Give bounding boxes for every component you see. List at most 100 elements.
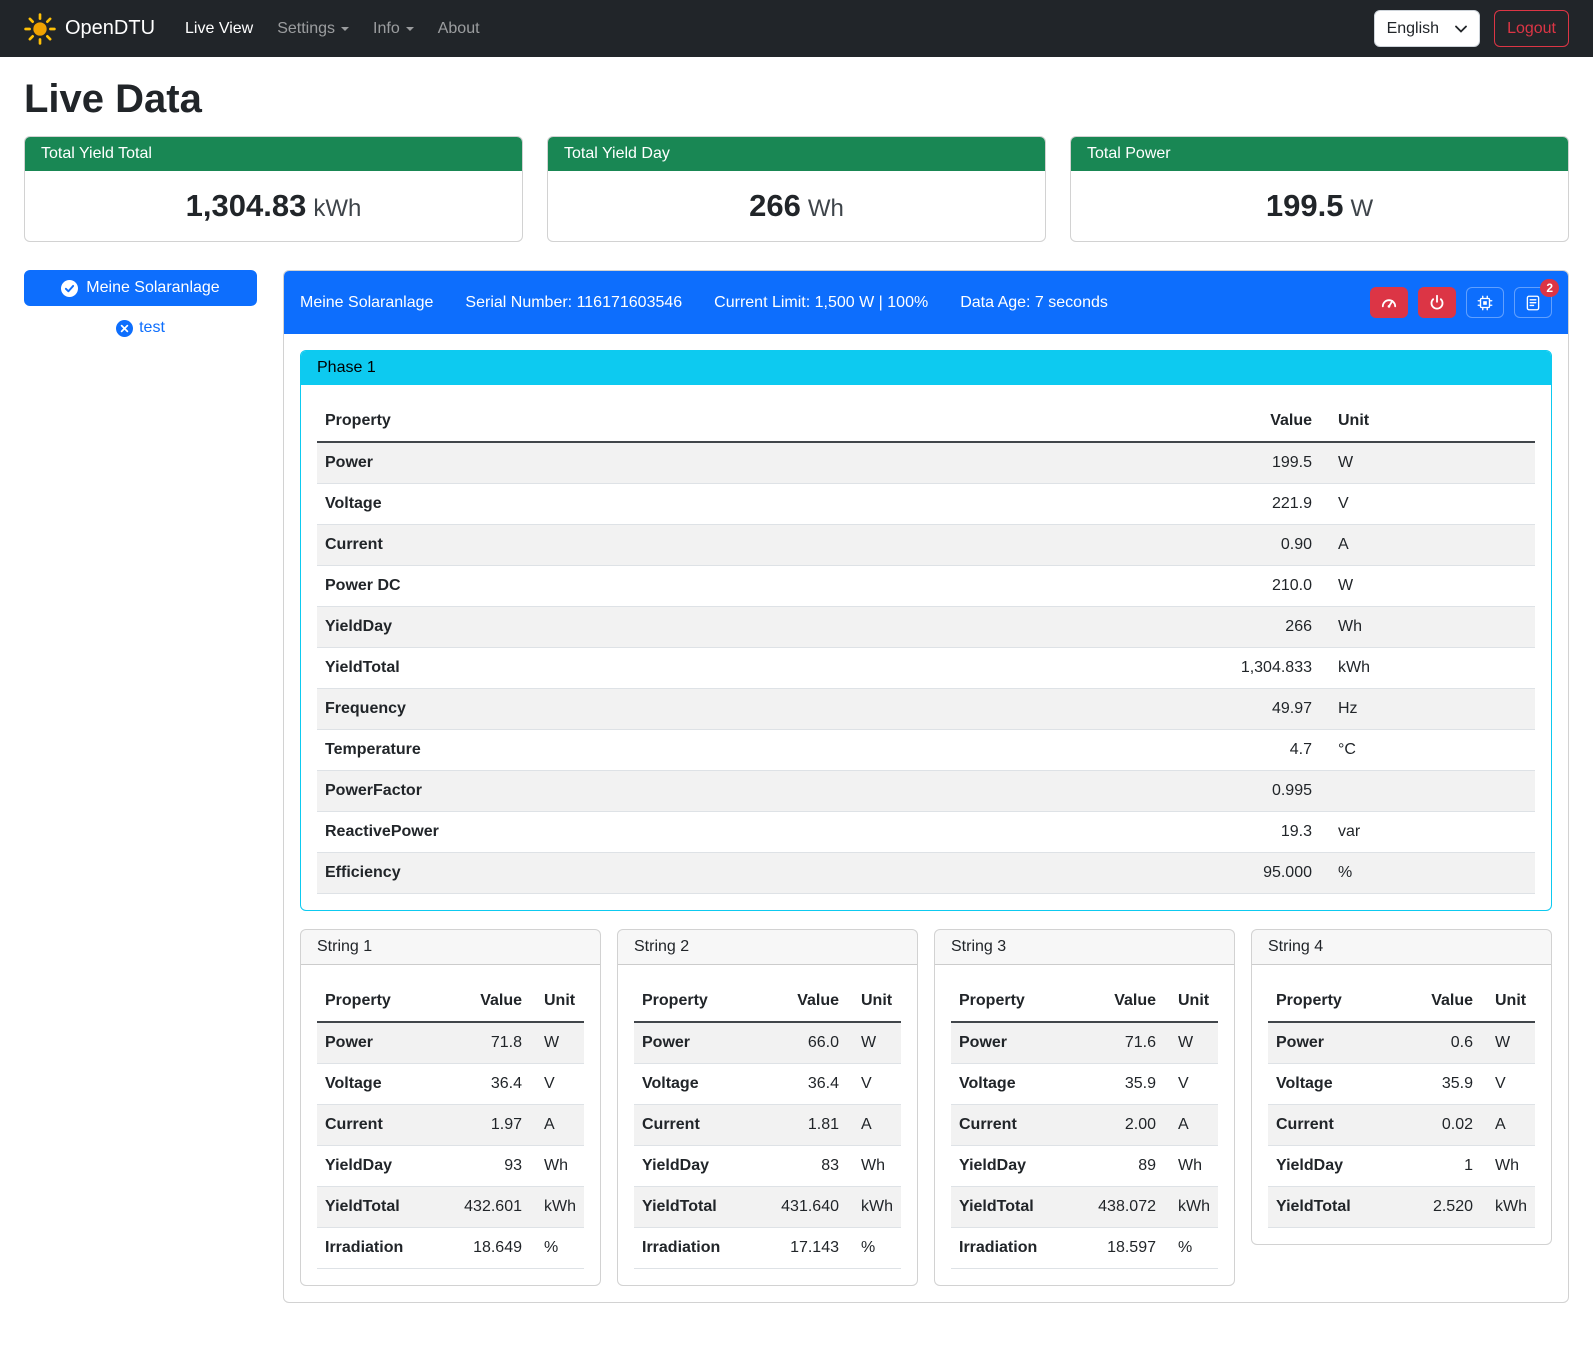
string-card-title: String 3 — [935, 930, 1234, 965]
inverter-select-label: Meine Solaranlage — [86, 279, 219, 297]
property-cell: ReactivePower — [317, 812, 917, 853]
value-cell: 83 — [763, 1146, 847, 1187]
column-header-value: Value — [917, 401, 1320, 442]
property-cell: YieldTotal — [634, 1187, 763, 1228]
data-age: Data Age: 7 seconds — [960, 294, 1108, 312]
property-cell: YieldTotal — [1268, 1187, 1397, 1228]
property-cell: Frequency — [317, 689, 917, 730]
summary-card-title: Total Yield Day — [548, 137, 1045, 171]
inverter-action-buttons: 2 — [1370, 287, 1552, 318]
journal-icon — [1524, 294, 1542, 312]
property-cell: YieldDay — [317, 1146, 446, 1187]
unit-cell: % — [1320, 853, 1535, 894]
brand[interactable]: OpenDTU — [24, 13, 155, 45]
table-header-row: PropertyValueUnit — [634, 981, 901, 1022]
sidebar-item-test-label: test — [139, 319, 165, 337]
table-row: YieldDay83Wh — [634, 1146, 901, 1187]
device-info-button[interactable] — [1466, 287, 1504, 318]
value-cell: 71.8 — [446, 1022, 530, 1064]
value-cell: 35.9 — [1397, 1064, 1481, 1105]
sidebar-item-test[interactable]: test — [24, 319, 257, 337]
chevron-down-icon — [406, 27, 414, 31]
summary-card-unit: kWh — [313, 195, 361, 222]
value-cell: 93 — [446, 1146, 530, 1187]
nav-item-settings[interactable]: Settings — [265, 12, 361, 46]
property-cell: YieldDay — [634, 1146, 763, 1187]
property-cell: Current — [951, 1105, 1080, 1146]
unit-cell: kWh — [1320, 648, 1535, 689]
string-card-title: String 1 — [301, 930, 600, 965]
table-row: Irradiation18.597% — [951, 1228, 1218, 1269]
unit-cell: % — [1164, 1228, 1218, 1269]
property-cell: Irradiation — [317, 1228, 446, 1269]
string-table: PropertyValueUnitPower0.6WVoltage35.9VCu… — [1268, 981, 1535, 1228]
unit-cell: % — [847, 1228, 901, 1269]
property-cell: YieldTotal — [317, 1187, 446, 1228]
summary-card-value: 266 — [749, 188, 801, 223]
phase-card-title: Phase 1 — [301, 351, 1551, 385]
table-row: YieldTotal2.520kWh — [1268, 1187, 1535, 1228]
property-cell: YieldDay — [317, 607, 917, 648]
value-cell: 2.520 — [1397, 1187, 1481, 1228]
limit-settings-button[interactable] — [1370, 287, 1408, 318]
opendtu-sun-logo-icon — [24, 13, 56, 45]
phase-card: Phase 1 Property Value Unit Power199.5WV… — [300, 350, 1552, 911]
nav-info-label: Info — [373, 20, 400, 38]
unit-cell: W — [1164, 1022, 1218, 1064]
unit-cell: % — [530, 1228, 584, 1269]
string-card: String 1 PropertyValueUnitPower71.8WVolta… — [300, 929, 601, 1286]
value-cell: 221.9 — [917, 484, 1320, 525]
property-cell: PowerFactor — [317, 771, 917, 812]
summary-card-total-power: Total Power 199.5W — [1070, 136, 1569, 242]
property-cell: YieldDay — [1268, 1146, 1397, 1187]
language-select[interactable]: English — [1374, 10, 1480, 47]
value-cell: 431.640 — [763, 1187, 847, 1228]
table-row: Power199.5W — [317, 442, 1535, 484]
column-header-property: Property — [951, 981, 1080, 1022]
column-header-property: Property — [1268, 981, 1397, 1022]
table-row: Voltage221.9V — [317, 484, 1535, 525]
power-toggle-button[interactable] — [1418, 287, 1456, 318]
inverter-select-button[interactable]: Meine Solaranlage — [24, 270, 257, 306]
unit-cell: °C — [1320, 730, 1535, 771]
unit-cell: W — [847, 1022, 901, 1064]
table-row: Power66.0W — [634, 1022, 901, 1064]
property-cell: Voltage — [634, 1064, 763, 1105]
strings-row: String 1PropertyValueUnitPower71.8WVolta… — [300, 929, 1552, 1286]
string-card: String 3PropertyValueUnitPower71.6WVolta… — [934, 929, 1235, 1286]
string-table: PropertyValueUnitPower71.8WVoltage36.4VC… — [317, 981, 584, 1269]
unit-cell — [1320, 771, 1535, 812]
table-row: Current1.81A — [634, 1105, 901, 1146]
x-circle-icon — [116, 320, 133, 337]
nav-item-about[interactable]: About — [426, 12, 492, 46]
unit-cell: kWh — [530, 1187, 584, 1228]
nav-item-live-view[interactable]: Live View — [173, 12, 265, 46]
value-cell: 17.143 — [763, 1228, 847, 1269]
unit-cell: V — [1481, 1064, 1535, 1105]
column-header-value: Value — [446, 981, 530, 1022]
summary-card-unit: W — [1350, 195, 1373, 222]
column-header-value: Value — [763, 981, 847, 1022]
inverter-sidebar: Meine Solaranlage test — [24, 270, 257, 337]
table-row: Power71.8W — [317, 1022, 584, 1064]
property-cell: Current — [317, 525, 917, 566]
nav-item-info[interactable]: Info — [361, 12, 426, 46]
value-cell: 35.9 — [1080, 1064, 1164, 1105]
value-cell: 0.02 — [1397, 1105, 1481, 1146]
unit-cell: W — [530, 1022, 584, 1064]
table-row: YieldTotal438.072kWh — [951, 1187, 1218, 1228]
logout-button[interactable]: Logout — [1494, 10, 1569, 47]
property-cell: Current — [634, 1105, 763, 1146]
value-cell: 1.81 — [763, 1105, 847, 1146]
page-title: Live Data — [24, 77, 1569, 122]
table-row: Temperature4.7°C — [317, 730, 1535, 771]
unit-cell: Hz — [1320, 689, 1535, 730]
value-cell: 89 — [1080, 1146, 1164, 1187]
column-header-unit: Unit — [847, 981, 901, 1022]
unit-cell: W — [1320, 566, 1535, 607]
event-log-button[interactable]: 2 — [1514, 287, 1552, 318]
value-cell: 36.4 — [763, 1064, 847, 1105]
string-card-title: String 2 — [618, 930, 917, 965]
property-cell: Power — [951, 1022, 1080, 1064]
unit-cell: Wh — [1481, 1146, 1535, 1187]
